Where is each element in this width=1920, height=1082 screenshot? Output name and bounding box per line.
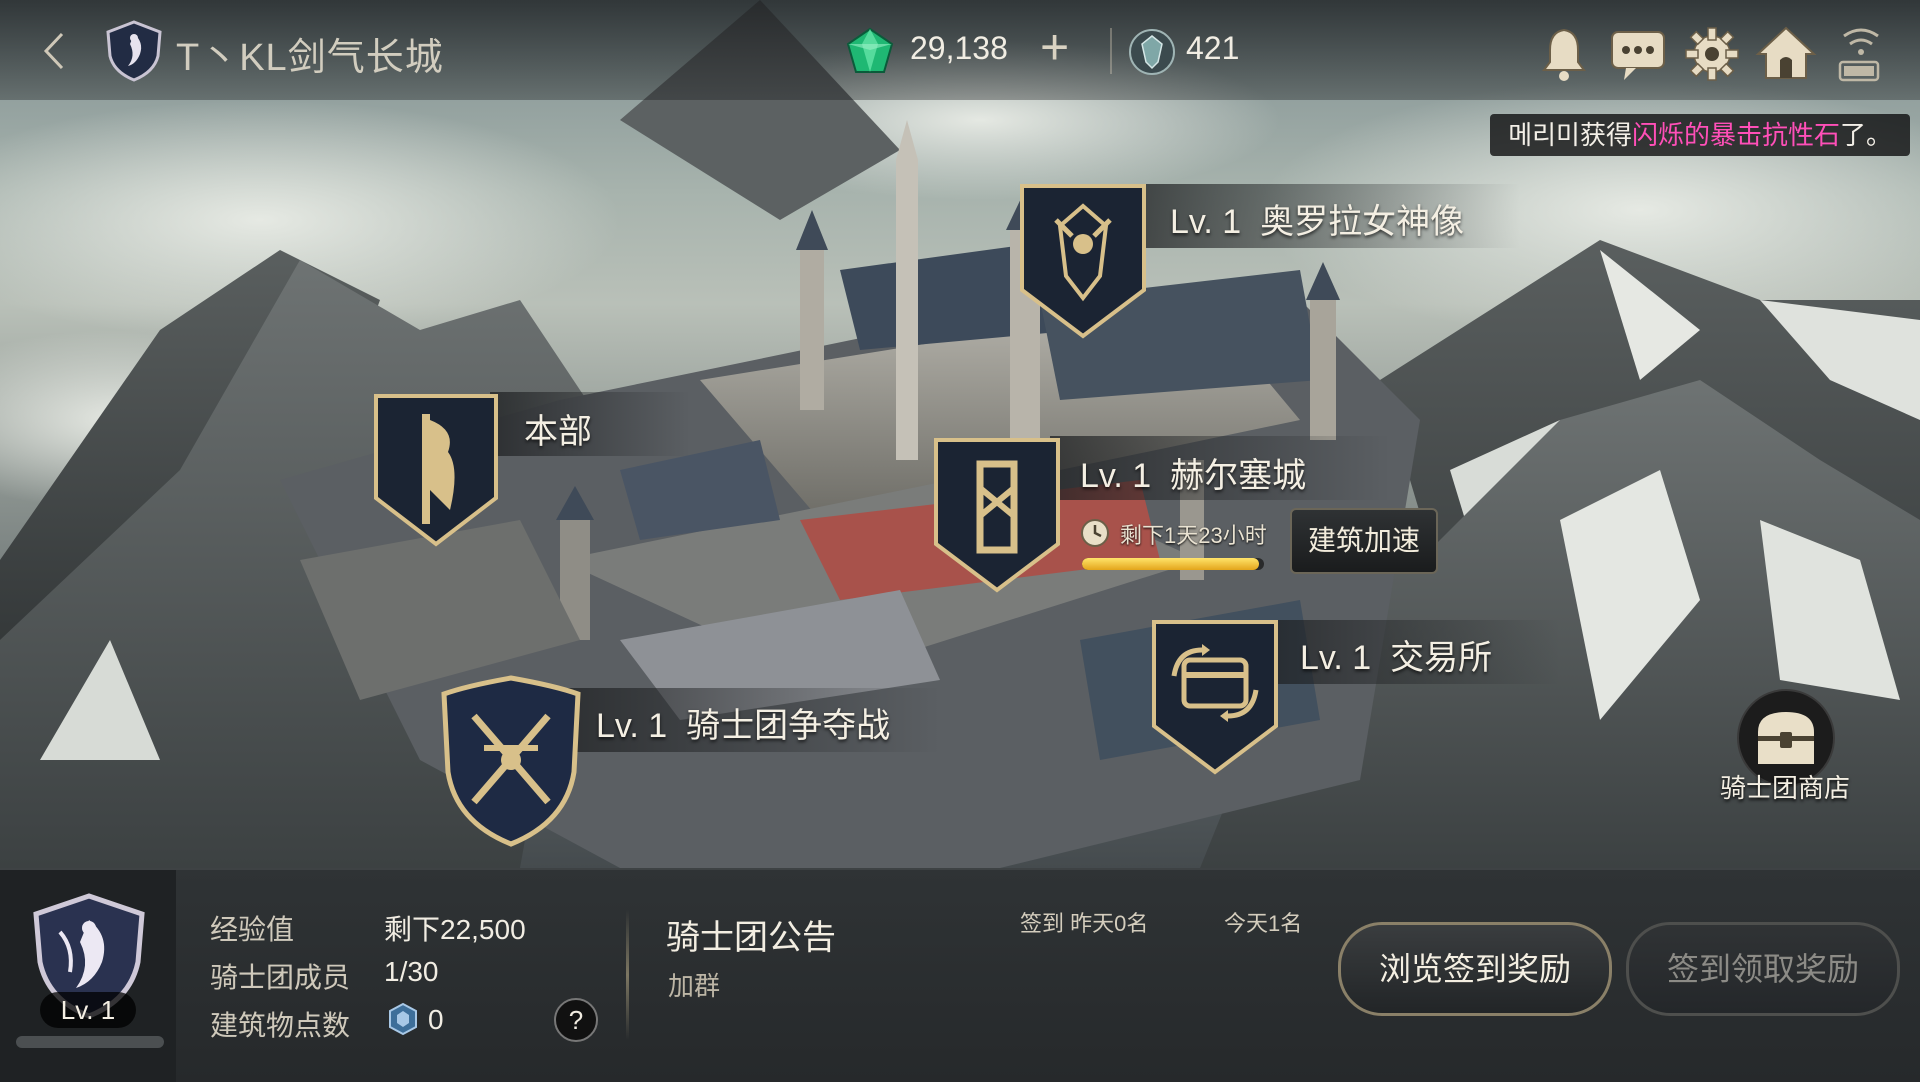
members-label: 骑士团成员 xyxy=(210,962,351,993)
bell-icon xyxy=(1542,28,1586,81)
notification-suffix: 了。 xyxy=(1839,120,1892,150)
gem-count: 29,138 xyxy=(910,30,1008,66)
exp-label: 经验值 xyxy=(210,914,295,945)
guild-shop-label: 骑士团商店 xyxy=(1720,773,1851,803)
divider xyxy=(1110,28,1112,74)
building-label: Lv. 1 骑士团争夺战 xyxy=(596,698,890,747)
building-label: Lv. 1 交易所 xyxy=(1300,630,1492,679)
notification-action: 获得 xyxy=(1579,120,1632,150)
home-icon xyxy=(1755,26,1817,79)
treasure-exchange-icon xyxy=(1152,620,1278,775)
help-button[interactable]: ? xyxy=(554,998,598,1042)
guild-emblem-box[interactable]: Lv. 1 xyxy=(0,870,176,1082)
building-level: Lv. 1 xyxy=(596,707,668,745)
guild-name: T丶KL剑气长城 xyxy=(176,37,444,79)
back-button[interactable] xyxy=(34,26,74,76)
building-name: 赫尔塞城 xyxy=(1170,457,1307,495)
building-name: 奥罗拉女神像 xyxy=(1260,203,1465,241)
notification-button[interactable] xyxy=(1532,22,1596,86)
system-notification: 메리미获得闪烁的暴击抗性石了。 xyxy=(1490,114,1910,156)
guild-info-panel: Lv. 1 经验值 剩下22,500 骑士团成员 1/30 建筑物点数 0 ? … xyxy=(0,868,1920,1082)
building-label: Lv. 1 赫尔塞城 xyxy=(1080,448,1306,497)
panel-divider xyxy=(626,910,629,1040)
clock-icon xyxy=(1081,519,1109,547)
members-value: 1/30 xyxy=(384,956,439,987)
castle-rune-icon xyxy=(934,438,1060,593)
speed-up-button[interactable]: 建筑加速 xyxy=(1290,508,1438,574)
building-level: Lv. 1 xyxy=(1300,639,1372,677)
guild-notice-title: 骑士团公告 xyxy=(666,919,836,957)
notification-player: 메리미 xyxy=(1508,120,1580,150)
guild-crest-currency-icon xyxy=(1129,29,1175,75)
building-label: Lv. 1 奥罗拉女神像 xyxy=(1170,194,1464,243)
points-label: 建筑物点数 xyxy=(210,1010,351,1041)
guild-level-bar xyxy=(16,1036,164,1048)
points-value: 0 xyxy=(428,1004,444,1035)
home-button[interactable] xyxy=(1754,22,1818,86)
chevron-left-icon xyxy=(43,32,64,70)
building-name: 骑士团争夺战 xyxy=(686,707,891,745)
crest-count: 421 xyxy=(1186,30,1240,66)
construction-progress-fill xyxy=(1082,558,1259,570)
guild-emblem-icon xyxy=(106,20,162,82)
settings-button[interactable] xyxy=(1680,22,1744,86)
guild-level-badge: Lv. 1 xyxy=(40,992,136,1028)
browse-checkin-rewards-button[interactable]: 浏览签到奖励 xyxy=(1338,922,1612,1016)
crossed-swords-shield-icon xyxy=(441,675,581,847)
construction-progress-bar xyxy=(1082,558,1264,570)
chat-bubble-icon xyxy=(1611,31,1665,80)
guild-notice-text[interactable]: 加群 xyxy=(668,966,720,1003)
construction-timer: 剩下1天23小时 xyxy=(1120,523,1267,548)
signal-battery-status xyxy=(1836,22,1886,86)
building-level: Lv. 1 xyxy=(1080,457,1152,495)
top-bar: T丶KL剑气长城 29,138 + 421 xyxy=(0,0,1920,100)
chat-button[interactable] xyxy=(1606,22,1670,86)
building-name: 本部 xyxy=(524,413,592,451)
building-level: Lv. 1 xyxy=(1170,203,1242,241)
checkin-yesterday: 签到 昨天0名 xyxy=(1020,911,1149,936)
gem-icon xyxy=(846,27,894,73)
add-gems-button[interactable]: + xyxy=(1040,22,1069,72)
checkin-today: 今天1名 xyxy=(1224,911,1303,936)
goddess-statue-icon xyxy=(1020,184,1146,339)
wifi-battery-icon xyxy=(1838,28,1880,82)
exp-value: 剩下22,500 xyxy=(384,914,526,945)
banner-flag-icon xyxy=(374,394,498,547)
gear-icon xyxy=(1685,27,1739,81)
building-name: 交易所 xyxy=(1390,639,1493,677)
building-points-icon xyxy=(389,1002,417,1036)
claim-checkin-rewards-button[interactable]: 签到领取奖励 xyxy=(1626,922,1900,1016)
notification-item: 闪烁的暴击抗性石 xyxy=(1631,120,1840,150)
